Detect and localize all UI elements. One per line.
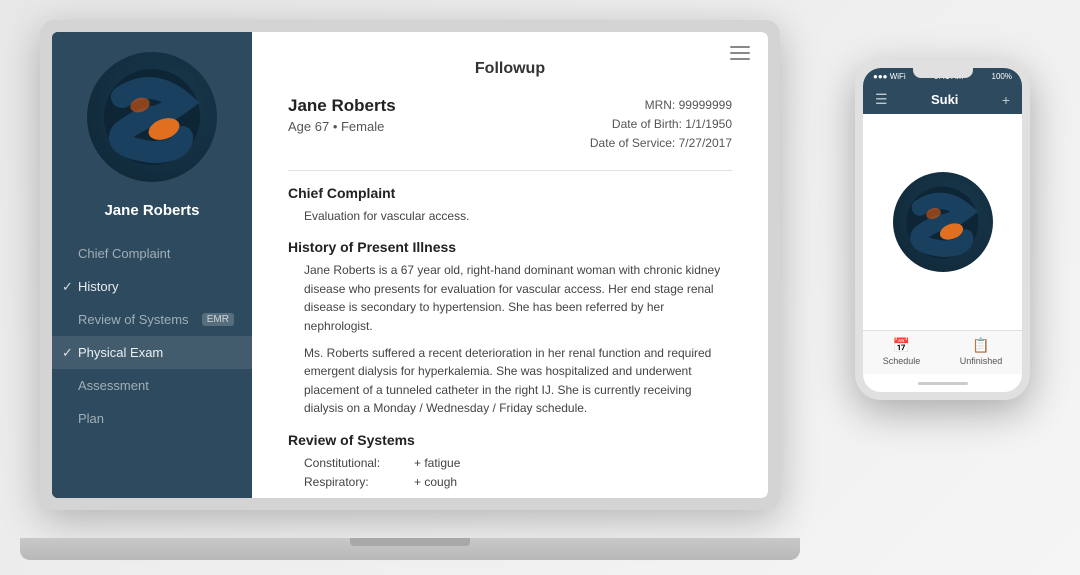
sidebar-item-physical-exam[interactable]: ✓ Physical Exam xyxy=(52,336,252,369)
patient-name: Jane Roberts xyxy=(288,96,396,116)
check-icon: ✓ xyxy=(62,279,73,295)
ros-row-respiratory: Respiratory: + cough xyxy=(304,473,732,492)
check-icon: ✓ xyxy=(62,345,73,361)
sidebar: Jane Roberts Chief Complaint ✓ History R… xyxy=(52,32,252,498)
hamburger-line xyxy=(730,52,750,54)
nav-item-label: Plan xyxy=(78,411,104,426)
phone-screen: ●●● WiFi 9:41 AM 100% ☰ Suki + xyxy=(863,68,1022,374)
patient-demographics: Age 67 • Female xyxy=(288,119,396,134)
nav-item-label: History xyxy=(78,279,118,294)
phone-footer-unfinished[interactable]: 📋 Unfinished xyxy=(960,337,1003,366)
laptop: Jane Roberts Chief Complaint ✓ History R… xyxy=(40,20,800,560)
phone-logo xyxy=(893,172,993,272)
home-bar xyxy=(918,382,968,385)
section-hpi-content1: Jane Roberts is a 67 year old, right-han… xyxy=(304,261,732,335)
mrn-line: MRN: 99999999 xyxy=(590,96,732,115)
document-title: Followup xyxy=(288,60,732,78)
phone-logo-area xyxy=(863,114,1022,330)
sidebar-nav: Chief Complaint ✓ History Review of Syst… xyxy=(52,237,252,435)
phone-footer-unfinished-label: Unfinished xyxy=(960,356,1003,366)
ros-respiratory-label: Respiratory: xyxy=(304,473,414,492)
nav-item-label: Assessment xyxy=(78,378,149,393)
sidebar-item-plan[interactable]: Plan xyxy=(52,402,252,435)
phone-header: ☰ Suki + xyxy=(863,85,1022,114)
phone-footer-schedule[interactable]: 📅 Schedule xyxy=(883,337,921,366)
laptop-body: Jane Roberts Chief Complaint ✓ History R… xyxy=(40,20,780,510)
dos-label: Date of Service: xyxy=(590,136,675,150)
section-chief-complaint-title: Chief Complaint xyxy=(288,185,732,201)
dob-value: 1/1/1950 xyxy=(685,117,732,131)
document-main: Followup Jane Roberts Age 67 • Female MR… xyxy=(252,32,768,498)
phone-add-icon[interactable]: + xyxy=(1002,92,1010,108)
section-chief-complaint-content: Evaluation for vascular access. xyxy=(304,207,732,226)
schedule-icon: 📅 xyxy=(893,337,910,354)
sidebar-patient-name: Jane Roberts xyxy=(104,202,199,219)
dob-line: Date of Birth: 1/1/1950 xyxy=(590,115,732,134)
ros-constitutional-value: + fatigue xyxy=(414,454,460,473)
phone-app-title: Suki xyxy=(931,92,958,107)
patient-info-left: Jane Roberts Age 67 • Female xyxy=(288,96,396,134)
patient-header: Jane Roberts Age 67 • Female MRN: 999999… xyxy=(288,96,732,154)
sidebar-item-review-of-systems[interactable]: Review of Systems EMR xyxy=(52,303,252,336)
ros-constitutional-label: Constitutional: xyxy=(304,454,414,473)
nav-item-label: Review of Systems xyxy=(78,312,189,327)
nav-item-label: Physical Exam xyxy=(78,345,163,360)
sidebar-item-assessment[interactable]: Assessment xyxy=(52,369,252,402)
sidebar-item-chief-complaint[interactable]: Chief Complaint xyxy=(52,237,252,270)
hamburger-line xyxy=(730,46,750,48)
ros-row-constitutional: Constitutional: + fatigue xyxy=(304,454,732,473)
sidebar-logo xyxy=(87,52,217,182)
section-ros-title: Review of Systems xyxy=(288,432,732,448)
hamburger-line xyxy=(730,58,750,60)
phone-battery: 100% xyxy=(992,72,1012,81)
mrn-label: MRN: xyxy=(645,98,676,112)
section-hpi-title: History of Present Illness xyxy=(288,239,732,255)
dos-value: 7/27/2017 xyxy=(679,136,732,150)
scene: Jane Roberts Chief Complaint ✓ History R… xyxy=(0,0,1080,575)
laptop-base xyxy=(20,538,800,560)
ros-footnote: All other systems negative, except as no… xyxy=(304,496,732,498)
phone-menu-icon[interactable]: ☰ xyxy=(875,91,888,108)
emr-badge: EMR xyxy=(202,313,234,326)
mrn-value: 99999999 xyxy=(679,98,732,112)
hamburger-menu[interactable] xyxy=(730,46,750,60)
phone: ●●● WiFi 9:41 AM 100% ☰ Suki + xyxy=(855,60,1030,400)
phone-home-indicator xyxy=(863,374,1022,392)
sidebar-item-history[interactable]: ✓ History xyxy=(52,270,252,303)
phone-footer: 📅 Schedule 📋 Unfinished xyxy=(863,330,1022,374)
dos-line: Date of Service: 7/27/2017 xyxy=(590,134,732,153)
unfinished-icon: 📋 xyxy=(972,337,989,354)
patient-info-right: MRN: 99999999 Date of Birth: 1/1/1950 Da… xyxy=(590,96,732,154)
ros-respiratory-value: + cough xyxy=(414,473,457,492)
section-hpi-content2: Ms. Roberts suffered a recent deteriorat… xyxy=(304,344,732,418)
laptop-screen: Jane Roberts Chief Complaint ✓ History R… xyxy=(52,32,768,498)
phone-signal: ●●● WiFi xyxy=(873,72,906,81)
phone-notch xyxy=(913,68,973,78)
ros-grid: Constitutional: + fatigue Respiratory: +… xyxy=(304,454,732,492)
phone-footer-schedule-label: Schedule xyxy=(883,356,921,366)
dob-label: Date of Birth: xyxy=(612,117,682,131)
nav-item-label: Chief Complaint xyxy=(78,246,171,261)
divider xyxy=(288,170,732,171)
